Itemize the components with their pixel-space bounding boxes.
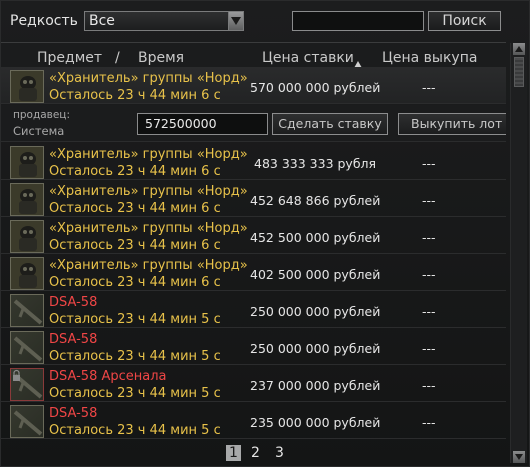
place-bid-button[interactable]: Сделать ставку — [272, 113, 388, 135]
lot-name: «Хранитель» группы «Норд» — [49, 221, 248, 236]
lot-name: «Хранитель» группы «Норд» — [49, 184, 248, 199]
table-row[interactable]: DSA-58 Осталось 23 ч 44 мин 5 с 250 000 … — [1, 291, 506, 328]
table-row[interactable]: «Хранитель» группы «Норд» Осталось 23 ч … — [1, 254, 506, 291]
lot-time-left: Осталось 23 ч 44 мин 5 с — [49, 386, 221, 401]
lot-name: DSA-58 Арсенала — [49, 369, 167, 384]
lot-name: «Хранитель» группы «Норд» — [49, 258, 248, 273]
armor-icon — [10, 183, 44, 216]
pagination: 1 2 3 — [1, 445, 506, 463]
lot-buyout-price: --- — [422, 230, 436, 245]
lot-buyout-price: --- — [422, 156, 436, 171]
bid-amount-input[interactable]: 572500000 — [137, 113, 268, 135]
table-row[interactable]: DSA-58 Арсенала Осталось 23 ч 44 мин 5 с… — [1, 365, 506, 402]
lot-bid-price: 402 500 000 рублей — [250, 267, 381, 282]
table-row[interactable]: DSA-58 Осталось 23 ч 44 мин 5 с 250 000 … — [1, 328, 506, 365]
lot-bid-price: 235 000 000 рублей — [250, 415, 381, 430]
lot-time-left: Осталось 23 ч 44 мин 5 с — [49, 423, 221, 438]
bid-panel: продавец: Система 572500000 Сделать став… — [1, 105, 506, 142]
armor-icon — [10, 220, 44, 253]
seller-label: продавец: — [13, 109, 70, 121]
table-row[interactable]: «Хранитель» группы «Норд» Осталось 23 ч … — [1, 143, 506, 180]
rarity-label: Редкость — [10, 13, 78, 29]
scroll-down-icon[interactable] — [513, 451, 525, 463]
lot-time-left: Осталось 23 ч 44 мин 6 с — [49, 164, 221, 179]
lot-name: DSA-58 — [49, 332, 98, 347]
page-1[interactable]: 1 — [226, 445, 241, 461]
search-input[interactable] — [292, 11, 424, 31]
lot-list: «Хранитель» группы «Норд» Осталось 23 ч … — [1, 67, 506, 439]
lot-bid-price: 483 333 333 рубля — [254, 156, 377, 171]
armor-icon — [10, 70, 44, 103]
lot-time-left: Осталось 23 ч 44 мин 6 с — [49, 275, 221, 290]
table-row-selected[interactable]: «Хранитель» группы «Норд» Осталось 23 ч … — [1, 67, 506, 104]
column-bid-price[interactable]: Цена ставки — [262, 50, 354, 66]
table-row[interactable]: «Хранитель» группы «Норд» Осталось 23 ч … — [1, 180, 506, 217]
lot-bid-price: 570 000 000 рублей — [250, 80, 381, 95]
lot-name: DSA-58 — [49, 295, 98, 310]
lot-buyout-price: --- — [422, 378, 436, 393]
table-header: Предмет / Время Цена ставки Цена выкупа — [1, 47, 506, 68]
buyout-button[interactable]: Выкупить лот — [398, 113, 506, 135]
lot-name: DSA-58 — [49, 406, 98, 421]
scrollbar[interactable] — [510, 43, 527, 463]
table-row[interactable]: DSA-58 Осталось 23 ч 44 мин 5 с 235 000 … — [1, 402, 506, 439]
scroll-up-icon[interactable] — [513, 43, 525, 55]
lot-buyout-price: --- — [422, 415, 436, 430]
lot-bid-price: 250 000 000 рублей — [250, 341, 381, 356]
lot-time-left: Осталось 23 ч 44 мин 5 с — [49, 312, 221, 327]
lot-time-left: Осталось 23 ч 44 мин 6 с — [49, 88, 221, 103]
page-3[interactable]: 3 — [275, 445, 284, 461]
column-buyout-price[interactable]: Цена выкупа — [382, 50, 477, 66]
column-separator: / — [115, 50, 120, 66]
page-2[interactable]: 2 — [251, 445, 260, 461]
rifle-icon — [10, 294, 44, 327]
rifle-icon — [10, 331, 44, 364]
lot-time-left: Осталось 23 ч 44 мин 6 с — [49, 238, 221, 253]
rifle-icon — [10, 368, 44, 401]
lot-buyout-price: --- — [422, 193, 436, 208]
armor-icon — [10, 257, 44, 290]
lot-name: «Хранитель» группы «Норд» — [49, 71, 248, 86]
armor-icon — [10, 146, 44, 179]
rifle-icon — [10, 405, 44, 438]
scrollbar-thumb[interactable] — [514, 57, 524, 87]
search-button[interactable]: Поиск — [428, 11, 501, 31]
lot-time-left: Осталось 23 ч 44 мин 5 с — [49, 349, 221, 364]
lot-buyout-price: --- — [422, 267, 436, 282]
lot-time-left: Осталось 23 ч 44 мин 6 с — [49, 201, 221, 216]
rarity-select-value: Все — [89, 13, 115, 29]
column-time[interactable]: Время — [138, 50, 184, 66]
rarity-select[interactable]: Все — [84, 11, 244, 31]
chevron-down-icon[interactable] — [228, 12, 243, 30]
auction-window: Редкость Все Поиск Предмет / Время Цена … — [0, 0, 530, 467]
column-item[interactable]: Предмет — [37, 50, 102, 66]
lot-buyout-price: --- — [422, 341, 436, 356]
lot-bid-price: 237 000 000 рублей — [250, 378, 381, 393]
lot-buyout-price: --- — [422, 304, 436, 319]
filter-bar: Редкость Все Поиск — [1, 1, 530, 39]
divider — [1, 42, 506, 43]
table-row[interactable]: «Хранитель» группы «Норд» Осталось 23 ч … — [1, 217, 506, 254]
lot-name: «Хранитель» группы «Норд» — [49, 147, 248, 162]
lot-bid-price: 250 000 000 рублей — [250, 304, 381, 319]
seller-name: Система — [13, 124, 65, 138]
lot-bid-price: 452 648 866 рублей — [250, 193, 381, 208]
lot-bid-price: 452 500 000 рублей — [250, 230, 381, 245]
lot-buyout-price: --- — [422, 80, 436, 95]
